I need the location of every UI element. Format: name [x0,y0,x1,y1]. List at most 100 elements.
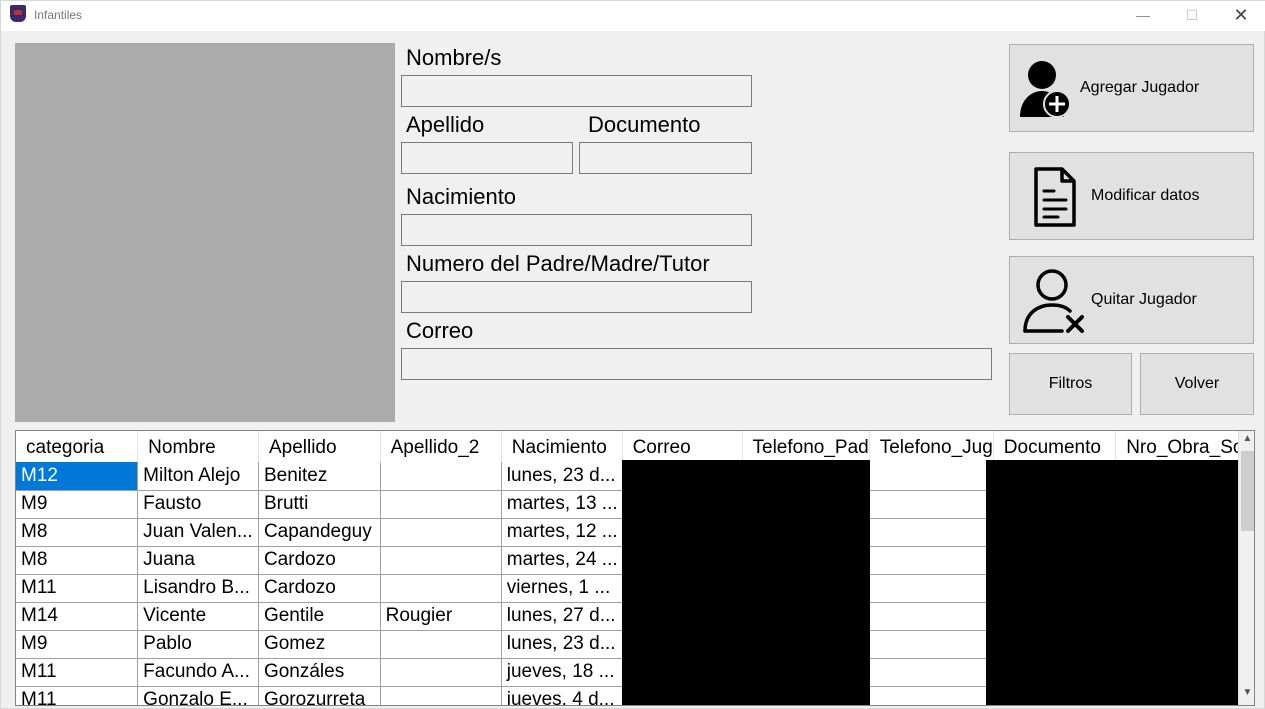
remove-user-icon [1023,269,1084,333]
filters-label: Filtros [1048,375,1093,392]
documento-field[interactable] [579,142,752,174]
app-window: Infantiles — ☐ ✕ Nombre/s Apellido Docum… [0,0,1265,709]
table-cell[interactable] [869,518,994,547]
table-cell[interactable]: martes, 12 ... [501,518,623,547]
table-cell[interactable]: Gentile [258,602,381,631]
filters-button[interactable]: Filtros [1009,353,1132,415]
scroll-up-icon[interactable]: ▲ [1242,433,1253,447]
column-header[interactable]: categoria [16,431,139,462]
table-cell[interactable] [869,546,994,575]
nacimiento-label: Nacimiento [406,184,517,209]
table-cell[interactable]: Gonzáles [258,658,381,687]
table-cell[interactable]: Cardozo [258,546,381,575]
table-cell[interactable] [869,574,994,603]
table-cell[interactable]: Gomez [258,630,381,659]
table-cell[interactable]: Juan Valen... [137,518,259,547]
table-cell[interactable]: M8 [16,518,139,547]
scroll-down-icon[interactable]: ▼ [1242,687,1253,701]
table-cell[interactable] [380,630,502,659]
column-header[interactable]: Correo [622,431,743,462]
column-header[interactable]: Telefono_Jug [869,431,994,462]
table-cell[interactable]: lunes, 27 d... [501,602,623,631]
column-header[interactable]: Nacimiento [501,431,623,462]
table-cell[interactable]: jueves, 18 ... [501,658,623,687]
table-cell[interactable]: M14 [16,602,139,631]
table-cell[interactable] [380,546,502,575]
redacted-block [622,460,870,705]
apellido-field[interactable] [401,142,573,174]
column-header[interactable]: Documento [993,431,1117,462]
close-button[interactable]: ✕ [1230,5,1252,25]
back-label: Volver [1174,375,1220,392]
table-cell[interactable]: M8 [16,546,139,575]
table-cell[interactable] [380,462,502,491]
table-cell[interactable] [869,490,994,519]
maximize-button[interactable]: ☐ [1181,5,1203,25]
column-header[interactable]: Apellido_2 [380,431,502,462]
column-header[interactable]: Apellido [258,431,381,462]
table-header: categoria Nombre Apellido Apellido_2 Nacimie… [16,431,1254,462]
table-cell[interactable]: Capandeguy [258,518,381,547]
player-photo[interactable] [15,43,395,422]
document-icon [1034,167,1076,227]
apellido-label: Apellido [406,112,485,137]
table-cell[interactable]: Gonzalo E... [137,686,259,705]
numero-tutor-field[interactable] [401,281,752,313]
table-cell[interactable]: lunes, 23 d... [501,630,623,659]
add-user-icon [1020,61,1071,118]
table-cell[interactable] [380,518,502,547]
table-cell[interactable]: Brutti [258,490,381,519]
table-cell[interactable]: M9 [16,630,139,659]
table-cell[interactable]: Fausto [137,490,259,519]
table-cell[interactable]: lunes, 23 d... [501,462,623,491]
table-cell[interactable] [380,490,502,519]
table-cell[interactable]: Cardozo [258,574,381,603]
minimize-button[interactable]: — [1132,5,1154,25]
nombre-label: Nombre/s [406,45,502,70]
table-cell[interactable] [380,658,502,687]
add-player-button[interactable]: Agregar Jugador [1009,44,1254,132]
table-cell[interactable]: Vicente [137,602,259,631]
documento-label: Documento [588,112,701,137]
table-cell[interactable]: M9 [16,490,139,519]
table-cell[interactable]: Milton Alejo [137,462,259,491]
table-cell[interactable]: M11 [16,658,139,687]
players-table[interactable]: categoria Nombre Apellido Apellido_2 Nacimie… [15,430,1255,706]
table-cell[interactable]: jueves, 4 d... [501,686,623,705]
vertical-scrollbar[interactable]: ▲ ▼ [1238,431,1254,705]
table-cell[interactable] [869,630,994,659]
table-cell[interactable]: M11 [16,574,139,603]
table-cell[interactable]: Facundo A... [137,658,259,687]
table-cell[interactable]: martes, 24 ... [501,546,623,575]
correo-label: Correo [406,318,474,343]
table-cell[interactable]: Pablo [137,630,259,659]
back-button[interactable]: Volver [1140,353,1254,415]
table-cell[interactable] [869,462,994,491]
nombre-field[interactable] [401,75,752,107]
table-cell[interactable]: Juana [137,546,259,575]
column-header[interactable]: Nombre [137,431,259,462]
table-cell[interactable]: Gorozurreta [258,686,381,705]
table-cell[interactable]: viernes, 1 ... [501,574,623,603]
title-bar: Infantiles — ☐ ✕ [1,1,1265,31]
table-cell[interactable] [869,658,994,687]
table-cell[interactable]: M12 [16,462,139,491]
table-cell[interactable]: M11 [16,686,139,705]
table-cell[interactable]: martes, 13 ... [501,490,623,519]
table-cell[interactable] [380,574,502,603]
numero-tutor-label: Numero del Padre/Madre/Tutor [406,251,710,276]
correo-field[interactable] [401,348,992,380]
remove-player-button[interactable]: Quitar Jugador [1009,256,1254,344]
table-cell[interactable] [869,686,994,705]
modify-data-button[interactable]: Modificar datos [1009,152,1254,240]
table-cell[interactable] [869,602,994,631]
column-header[interactable]: Telefono_Pad [742,431,870,462]
column-header[interactable]: Nro_Obra_Soc [1115,431,1254,462]
nacimiento-field[interactable] [401,214,752,246]
window-title: Infantiles [34,8,83,22]
table-cell[interactable]: Rougier [380,602,502,631]
scroll-thumb[interactable] [1241,451,1254,531]
table-cell[interactable] [380,686,502,705]
table-cell[interactable]: Lisandro B... [137,574,259,603]
table-cell[interactable]: Benitez [258,462,381,491]
